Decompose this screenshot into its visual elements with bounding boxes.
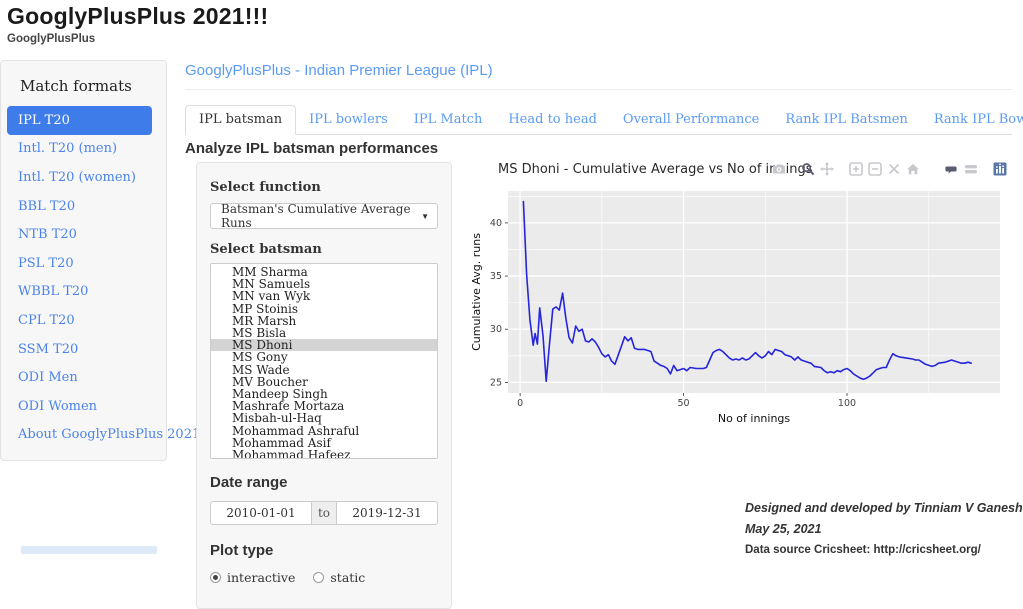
camera-icon[interactable] (772, 162, 786, 176)
function-select[interactable]: Batsman's Cumulative Average Runs ▼ (210, 203, 438, 229)
plot-type-radio-static[interactable]: static (313, 570, 365, 585)
y-tick-label: 35 (490, 271, 502, 282)
function-select-value: Batsman's Cumulative Average Runs (221, 202, 421, 230)
tab-ipl-bowlers[interactable]: IPL bowlers (296, 106, 401, 134)
divider (185, 89, 1012, 90)
date-range-group: to (210, 501, 438, 525)
tab-rank-ipl-bowlers[interactable]: Rank IPL Bowlers (921, 106, 1023, 134)
batsman-option[interactable]: MS Gony (211, 351, 437, 363)
date-to-input[interactable] (336, 501, 438, 525)
show-closest-icon[interactable] (945, 162, 959, 176)
plotly-modebar (772, 162, 1007, 176)
zoom-in-icon[interactable] (849, 162, 863, 176)
control-panel: Select function Batsman's Cumulative Ave… (196, 162, 452, 609)
sidebar-item-ntb-t20[interactable]: NTB T20 (7, 220, 152, 249)
compare-hover-icon[interactable] (964, 162, 978, 176)
y-tick-label: 25 (490, 377, 502, 388)
browser-status-strip (21, 546, 157, 554)
sidebar-item-cpl-t20[interactable]: CPL T20 (7, 306, 152, 335)
sidebar-item-bbl-t20[interactable]: BBL T20 (7, 192, 152, 221)
reset-axes-icon[interactable] (906, 162, 920, 176)
zoom-icon[interactable] (801, 162, 815, 176)
zoom-out-icon[interactable] (868, 162, 882, 176)
tab-ipl-match[interactable]: IPL Match (401, 106, 496, 134)
chart[interactable]: 25 30 35 40 0 50 100 No of innings Cumulative Av… (470, 186, 1023, 436)
radio-label: static (330, 570, 365, 585)
credit-author: Designed and developed by Tinniam V Gane… (745, 498, 1023, 519)
batsman-option[interactable]: Misbah-ul-Haq (211, 412, 437, 424)
select-function-label: Select function (210, 180, 321, 195)
sidebar-item-ssm-t20[interactable]: SSM T20 (7, 335, 152, 364)
sidebar-item-odi-men[interactable]: ODI Men (7, 363, 152, 392)
y-axis-title: Cumulative Avg. runs (470, 233, 483, 351)
batsman-listbox[interactable]: MM SharmaMN SamuelsMN van WykMP StoinisM… (210, 263, 438, 459)
credits: Designed and developed by Tinniam V Gane… (745, 498, 1023, 560)
date-range-label: Date range (210, 474, 438, 491)
batsman-option[interactable]: Mohammad Ashraful (211, 425, 437, 437)
plot-type-label: Plot type (210, 542, 438, 559)
sidebar-item-psl-t20[interactable]: PSL T20 (7, 249, 152, 278)
radio-icon (313, 572, 324, 583)
tab-overall-performance[interactable]: Overall Performance (610, 106, 772, 134)
navbar-brand[interactable]: GooglyPlusPlus (7, 33, 95, 45)
plot-area[interactable] (508, 191, 1000, 393)
plotly-logo-icon[interactable] (993, 162, 1007, 176)
sidebar-item-odi-women[interactable]: ODI Women (7, 392, 152, 421)
x-axis-title: No of innings (718, 412, 791, 425)
x-tick-label: 0 (517, 398, 523, 409)
tab-rank-ipl-batsmen[interactable]: Rank IPL Batsmen (772, 106, 920, 134)
radio-icon (210, 572, 221, 583)
sidebar-item-intl-t20-women-[interactable]: Intl. T20 (women) (7, 163, 152, 192)
plot-type-radio-interactive[interactable]: interactive (210, 570, 295, 585)
tab-head-to-head[interactable]: Head to head (495, 106, 610, 134)
select-batsman-label: Select batsman (210, 242, 438, 257)
sidebar-nav: IPL T20Intl. T20 (men)Intl. T20 (women)B… (1, 106, 166, 449)
tab-bar: IPL batsmanIPL bowlersIPL MatchHead to h… (185, 106, 1012, 135)
date-from-input[interactable] (210, 501, 312, 525)
batsman-option[interactable]: MP Stoinis (211, 303, 437, 315)
credit-date: May 25, 2021 (745, 519, 1023, 540)
chart-region: MS Dhoni - Cumulative Average vs No of i… (470, 158, 1023, 554)
y-tick-label: 30 (490, 324, 502, 335)
sidebar-item-about-googlyplusplus-2021[interactable]: About GooglyPlusPlus 2021 (7, 421, 152, 450)
page-heading: GooglyPlusPlus - Indian Premier League (… (185, 62, 493, 79)
sidebar-item-intl-t20-men-[interactable]: Intl. T20 (men) (7, 135, 152, 164)
chart-title: MS Dhoni - Cumulative Average vs No of i… (498, 162, 813, 177)
plot-type-options: interactive static (210, 570, 438, 585)
date-separator: to (312, 501, 336, 525)
y-tick-label: 40 (490, 218, 502, 229)
main-content: GooglyPlusPlus - Indian Premier League (… (185, 55, 1023, 554)
sidebar-item-ipl-t20[interactable]: IPL T20 (7, 106, 152, 135)
x-tick-label: 50 (678, 398, 690, 409)
batsman-option[interactable]: Mohammad Hafeez (211, 449, 437, 459)
section-subtitle: Analyze IPL batsman performances (185, 140, 438, 157)
page-title: GooglyPlusPlus 2021!!! (7, 3, 268, 30)
sidebar-heading: Match formats (20, 77, 166, 95)
sidebar: Match formats IPL T20Intl. T20 (men)Intl… (0, 60, 167, 461)
tab-ipl-batsman[interactable]: IPL batsman (185, 105, 296, 135)
batsman-option[interactable]: MN van Wyk (211, 290, 437, 302)
credit-datasource: Data source Cricsheet: http://cricsheet.… (745, 540, 1023, 560)
autoscale-icon[interactable] (887, 162, 901, 176)
batsman-option[interactable]: MS Wade (211, 364, 437, 376)
sidebar-item-wbbl-t20[interactable]: WBBL T20 (7, 278, 152, 307)
x-tick-label: 100 (838, 398, 856, 409)
pan-icon[interactable] (820, 162, 834, 176)
chevron-down-icon: ▼ (421, 212, 429, 221)
radio-label: interactive (227, 570, 295, 585)
